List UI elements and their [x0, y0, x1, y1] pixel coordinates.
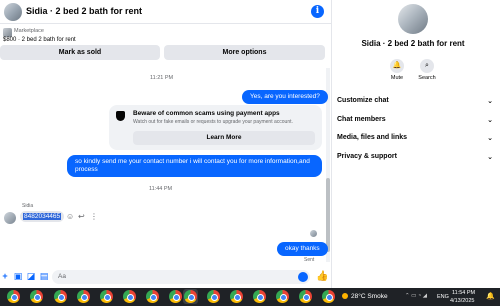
gif-icon[interactable]: ▤ [39, 271, 49, 281]
sent-status: Sent [304, 257, 315, 263]
details-title: Sidia · 2 bed 2 bath for rent [361, 39, 465, 48]
system-tray-icons[interactable]: ⌃ ▭ ◔ ◢ [405, 293, 427, 299]
mute-label: Mute [390, 75, 404, 81]
section-label: Privacy & support [337, 153, 397, 160]
chrome-icon[interactable] [230, 290, 243, 303]
chrome-icon[interactable] [276, 290, 289, 303]
section-customize-chat[interactable]: Customize chat ⌄ [337, 97, 493, 105]
image-icon[interactable]: ▣ [13, 271, 23, 281]
listing-thumbnail[interactable] [3, 28, 12, 37]
chevron-down-icon: ⌄ [487, 98, 493, 105]
timestamp: 11:44 PM [149, 186, 173, 192]
avatar[interactable] [4, 3, 22, 21]
reply-icon[interactable]: ↩ [78, 212, 85, 221]
chat-scrollbar-thumb[interactable] [326, 178, 330, 252]
chrome-icon[interactable] [30, 290, 43, 303]
shield-icon [116, 111, 125, 121]
react-icon[interactable]: ☺ [66, 212, 74, 221]
sender-name: Sidia [22, 203, 34, 209]
section-label: Chat members [337, 116, 386, 123]
chrome-icon[interactable] [54, 290, 67, 303]
section-chat-members[interactable]: Chat members ⌄ [337, 116, 493, 124]
emoji-icon[interactable] [298, 272, 308, 282]
marketplace-tag: Marketplace [14, 28, 44, 34]
chrome-icon[interactable] [146, 290, 159, 303]
scam-warning-title: Beware of common scams using payment app… [133, 110, 280, 117]
outgoing-message[interactable]: okay thanks [277, 242, 328, 256]
language-indicator[interactable]: ENG [437, 294, 449, 300]
weather-text: 28°C Smoke [351, 293, 388, 300]
mark-as-sold-button[interactable]: Mark as sold [0, 45, 160, 60]
weather-widget[interactable]: 28°C Smoke [342, 293, 388, 300]
selected-phone-number[interactable]: 8482034465 [23, 213, 62, 220]
taskbar: 28°C Smoke ⌃ ▭ ◔ ◢ ENG 11:54 PM 4/13/202… [0, 288, 500, 306]
chrome-icon[interactable] [123, 290, 136, 303]
plus-icon[interactable]: + [0, 271, 10, 281]
info-icon[interactable]: i [311, 5, 324, 18]
chrome-icon[interactable] [7, 290, 20, 303]
chrome-icon[interactable] [77, 290, 90, 303]
section-privacy-support[interactable]: Privacy & support ⌄ [337, 153, 493, 161]
clock-time[interactable]: 11:54 PM [452, 290, 475, 296]
mute-button[interactable]: 🔔 Mute [385, 59, 409, 81]
section-label: Customize chat [337, 97, 389, 104]
chevron-down-icon: ⌄ [487, 117, 493, 124]
message-line: process [75, 166, 98, 173]
outgoing-message[interactable]: so kindly send me your contact number i … [67, 155, 322, 177]
scam-warning-text: Watch out for fake emails or requests to… [133, 119, 293, 125]
sticker-icon[interactable]: ◪ [26, 271, 36, 281]
chat-pane: Sidia · 2 bed 2 bath for rent i Marketpl… [0, 0, 332, 288]
chrome-icon[interactable] [207, 290, 220, 303]
chrome-icon[interactable] [253, 290, 266, 303]
learn-more-button[interactable]: Learn More [133, 131, 315, 145]
scam-warning-card: Beware of common scams using payment app… [109, 105, 322, 150]
chevron-down-icon: ⌄ [487, 135, 493, 142]
search-icon: ⌕ [420, 59, 434, 73]
read-receipt-avatar [310, 230, 317, 237]
sun-icon [342, 293, 348, 299]
timestamp: 11:21 PM [150, 75, 174, 81]
outgoing-message[interactable]: Yes, are you interested? [242, 90, 328, 104]
section-label: Media, files and links [337, 134, 408, 141]
more-options-button[interactable]: More options [164, 45, 325, 60]
details-pane: Sidia · 2 bed 2 bath for rent 🔔 Mute ⌕ S… [333, 0, 500, 288]
message-input[interactable]: Aa [52, 270, 310, 284]
sender-avatar[interactable] [4, 212, 16, 224]
notification-bell-icon[interactable]: 🔔 [486, 292, 495, 300]
message-line: so kindly send me your contact number i … [75, 158, 310, 165]
chat-header: Sidia · 2 bed 2 bath for rent i [0, 0, 332, 24]
bell-icon: 🔔 [390, 59, 404, 73]
chrome-icon[interactable] [299, 290, 312, 303]
composer: + ▣ ◪ ▤ Aa 👍 [0, 266, 332, 288]
chevron-down-icon: ⌄ [487, 154, 493, 161]
search-label: Search [418, 75, 436, 81]
more-icon[interactable]: ⋮ [90, 212, 98, 221]
section-media-files-links[interactable]: Media, files and links ⌄ [337, 134, 493, 142]
clock-date[interactable]: 4/13/2025 [450, 298, 474, 304]
incoming-message[interactable]: 8482034465 [20, 211, 65, 222]
chrome-icon[interactable] [184, 290, 197, 303]
listing-title[interactable]: $800 · 2 bed 2 bath for rent [3, 37, 76, 43]
thumbs-up-icon[interactable]: 👍 [316, 271, 328, 283]
search-button[interactable]: ⌕ Search [415, 59, 439, 81]
chrome-icon[interactable] [169, 290, 182, 303]
chat-title[interactable]: Sidia · 2 bed 2 bath for rent [26, 6, 142, 16]
chrome-icon[interactable] [100, 290, 113, 303]
contact-avatar[interactable] [398, 4, 428, 34]
chrome-icon[interactable] [322, 290, 335, 303]
